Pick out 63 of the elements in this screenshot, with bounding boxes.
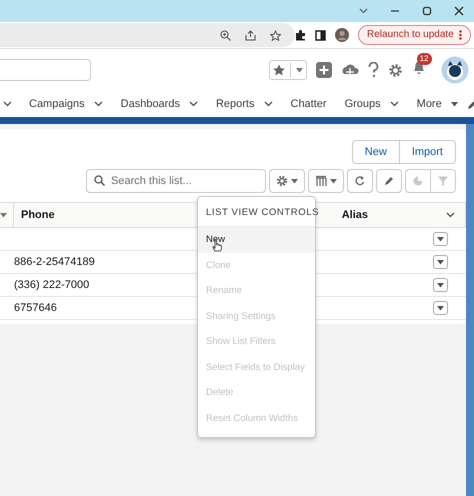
chevron-down-icon[interactable] bbox=[390, 101, 399, 107]
restore-icon[interactable] bbox=[422, 6, 432, 16]
pencil-icon bbox=[383, 175, 395, 187]
notification-count: 12 bbox=[416, 53, 432, 66]
chevron-down-icon[interactable] bbox=[3, 101, 12, 107]
side-panel-icon[interactable] bbox=[315, 30, 326, 40]
chevron-down-icon[interactable] bbox=[94, 101, 103, 107]
row-menu-button[interactable] bbox=[433, 255, 448, 269]
nav-tab[interactable]: Dashboards bbox=[120, 96, 180, 112]
refresh-icon bbox=[354, 175, 366, 187]
nav-tab[interactable]: Campaigns bbox=[29, 96, 85, 112]
help-icon[interactable] bbox=[368, 62, 378, 78]
caret-down-icon bbox=[450, 102, 458, 106]
pie-chart-icon bbox=[412, 175, 424, 187]
refresh-button[interactable] bbox=[347, 169, 373, 193]
puzzle-icon[interactable] bbox=[295, 30, 306, 40]
avatar-icon[interactable] bbox=[440, 56, 468, 84]
star-icon[interactable] bbox=[270, 30, 282, 40]
kebab-menu-icon bbox=[459, 30, 462, 40]
nav-tab[interactable]: Groups bbox=[344, 96, 381, 112]
favorites-button[interactable] bbox=[268, 60, 306, 80]
caret-down-icon bbox=[437, 260, 444, 264]
new-button[interactable]: New bbox=[352, 140, 400, 164]
table-cell: 6757646 bbox=[14, 302, 57, 314]
row-menu-button[interactable] bbox=[433, 301, 448, 315]
caret-down-icon bbox=[291, 178, 298, 184]
caret-down-icon bbox=[437, 236, 444, 242]
menu-item[interactable]: New bbox=[198, 227, 315, 253]
caret-down-icon bbox=[437, 282, 444, 288]
caret-down-icon bbox=[0, 212, 7, 218]
zoom-icon[interactable] bbox=[220, 30, 232, 40]
filter-icon bbox=[437, 175, 449, 187]
settings-icon[interactable] bbox=[388, 62, 402, 78]
table-cell: (336) 222-7000 bbox=[14, 278, 90, 291]
row-menu-button[interactable] bbox=[433, 278, 448, 292]
caret-down-icon bbox=[330, 178, 337, 184]
caret-down-icon bbox=[437, 306, 444, 310]
close-icon[interactable] bbox=[454, 6, 464, 16]
settings-icon bbox=[276, 175, 288, 187]
chevron-down-icon[interactable] bbox=[264, 101, 272, 107]
more-menu[interactable]: More bbox=[416, 96, 442, 112]
column-header[interactable]: Alias bbox=[342, 206, 368, 224]
relaunch-button[interactable]: Relaunch to update bbox=[358, 25, 472, 45]
profile-avatar-icon[interactable] bbox=[335, 28, 350, 42]
column-header[interactable]: Phone bbox=[21, 206, 55, 224]
chevron-down-icon[interactable] bbox=[188, 101, 198, 107]
plus-icon[interactable] bbox=[316, 62, 332, 78]
nav-tab[interactable]: Chatter bbox=[290, 96, 327, 112]
table-icon bbox=[315, 175, 327, 187]
pencil-button[interactable] bbox=[376, 169, 402, 193]
nav-tab[interactable]: Reports bbox=[216, 96, 254, 112]
row-menu-button[interactable] bbox=[433, 232, 448, 246]
chevron-down-icon[interactable] bbox=[359, 8, 368, 14]
share-icon[interactable] bbox=[245, 30, 256, 40]
table-cell: 886-2-25474189 bbox=[14, 256, 95, 268]
chevron-down-icon[interactable] bbox=[446, 212, 455, 218]
table-button[interactable] bbox=[308, 169, 344, 193]
caret-down-icon bbox=[296, 68, 302, 72]
search-icon bbox=[94, 175, 105, 186]
search-field[interactable]: Search this list... bbox=[86, 169, 266, 193]
search-field[interactable] bbox=[0, 59, 91, 81]
settings-button[interactable] bbox=[269, 169, 305, 193]
import-button[interactable]: Import bbox=[400, 140, 456, 164]
